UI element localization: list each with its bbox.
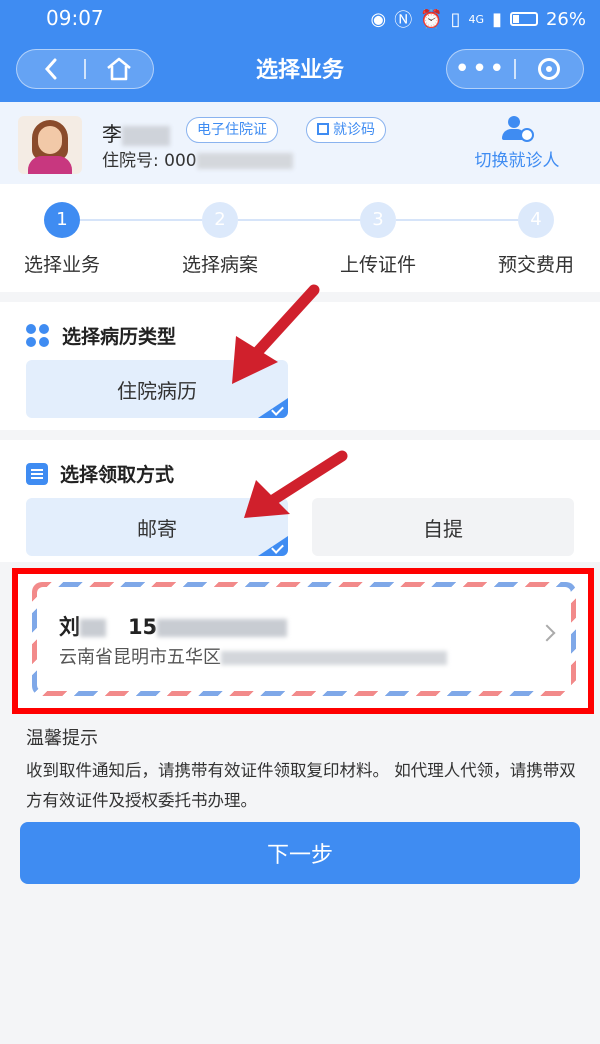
switch-patient-button[interactable]: 切换就诊人 (452, 116, 582, 171)
switch-user-icon (502, 116, 534, 142)
vibrate-icon: ▯ (450, 8, 461, 30)
record-type-option-label: 住院病历 (117, 378, 197, 403)
step-3-label: 上传证件 (339, 254, 416, 276)
admission-number: 住院号: 000 (102, 146, 293, 171)
more-button[interactable]: ••• (447, 50, 514, 88)
redacted-recipient (80, 619, 106, 637)
visit-code-tag[interactable]: 就诊码 (306, 117, 386, 143)
status-bar: 09:07 ◉ Ⓝ ⏰ ▯ 4G ▮ 26% (0, 0, 600, 36)
record-type-title-text: 选择病历类型 (62, 326, 177, 348)
eye-icon: ◉ (370, 8, 387, 30)
nav-right-capsule: ••• (446, 49, 584, 89)
step-1-label: 选择业务 (23, 254, 100, 276)
step-4: 4 预交费用 (466, 202, 600, 277)
network-label: 4G (468, 12, 485, 26)
step-1-number: 1 (44, 202, 80, 238)
step-1: 1 选择业务 (0, 202, 132, 277)
address-line: 云南省昆明市五华区 (59, 643, 447, 669)
next-step-label: 下一步 (266, 843, 333, 868)
target-icon (538, 58, 561, 80)
status-icons: ◉ Ⓝ ⏰ ▯ 4G ▮ 26% (371, 6, 587, 32)
qr-code-icon (317, 123, 329, 135)
selected-check-icon (258, 398, 288, 418)
battery-percent: 26% (545, 8, 586, 30)
step-3: 3 上传证件 (308, 202, 448, 277)
avatar (18, 116, 82, 174)
more-dots-icon: ••• (454, 54, 507, 84)
patient-name-text: 李 (102, 122, 122, 146)
redacted-admission (196, 153, 293, 169)
step-2-number: 2 (202, 202, 238, 238)
step-indicator: 1 选择业务 2 选择病案 3 上传证件 4 预交费用 (0, 184, 600, 292)
recipient-name: 刘 (59, 615, 80, 639)
pickup-option-mail-label: 邮寄 (137, 516, 177, 541)
status-time: 09:07 (46, 6, 104, 30)
admission-label: 住院号: (102, 151, 159, 171)
patient-name: 李 (102, 118, 170, 147)
admission-value: 000 (164, 151, 197, 171)
pickup-option-self-label: 自提 (423, 516, 463, 541)
step-2-label: 选择病案 (181, 254, 258, 276)
grid-icon (26, 323, 50, 348)
step-4-number: 4 (518, 202, 554, 238)
step-4-label: 预交费用 (497, 254, 574, 276)
pickup-option-mail[interactable]: 邮寄 (26, 498, 288, 556)
recipient-phone: 15 (127, 615, 158, 639)
selected-check-icon (258, 536, 288, 556)
step-3-number: 3 (360, 202, 396, 238)
nfc-icon: Ⓝ (394, 10, 413, 31)
pickup-method-title-text: 选择领取方式 (60, 464, 175, 486)
battery-icon (509, 12, 538, 26)
address-highlight-frame: 刘 15 云南省昆明市五华区 (12, 568, 594, 714)
visit-code-label: 就诊码 (333, 122, 375, 138)
pickup-option-self[interactable]: 自提 (312, 498, 574, 556)
redacted-name (122, 125, 170, 146)
inpatient-certificate-tag[interactable]: 电子住院证 (186, 117, 278, 143)
step-2: 2 选择病案 (150, 202, 290, 277)
record-type-option-inpatient[interactable]: 住院病历 (26, 360, 288, 418)
pickup-method-title: 选择领取方式 (26, 460, 174, 487)
signal-icon: ▮ (492, 8, 502, 30)
recipient-line: 刘 15 (59, 611, 288, 641)
switch-patient-label: 切换就诊人 (474, 151, 560, 171)
nav-bar: 选择业务 ••• (0, 36, 600, 102)
close-miniprogram-button[interactable] (516, 50, 583, 88)
record-type-section: 选择病历类型 住院病历 (0, 302, 600, 430)
chevron-right-icon (538, 624, 556, 642)
redacted-address (221, 651, 447, 665)
record-type-title: 选择病历类型 (26, 322, 176, 349)
pickup-method-section: 选择领取方式 邮寄 自提 (0, 440, 600, 562)
alarm-icon: ⏰ (420, 8, 443, 30)
list-icon (26, 462, 48, 485)
tips-text: 收到取件通知后，请携带有效证件领取复印材料。 如代理人代领，请携带双方有效证件及… (26, 761, 576, 810)
tips-title: 温馨提示 (26, 728, 98, 749)
next-step-button[interactable]: 下一步 (20, 822, 580, 884)
redacted-phone (157, 619, 288, 637)
address-card[interactable]: 刘 15 云南省昆明市五华区 (32, 582, 576, 696)
address-text: 云南省昆明市五华区 (59, 647, 221, 668)
